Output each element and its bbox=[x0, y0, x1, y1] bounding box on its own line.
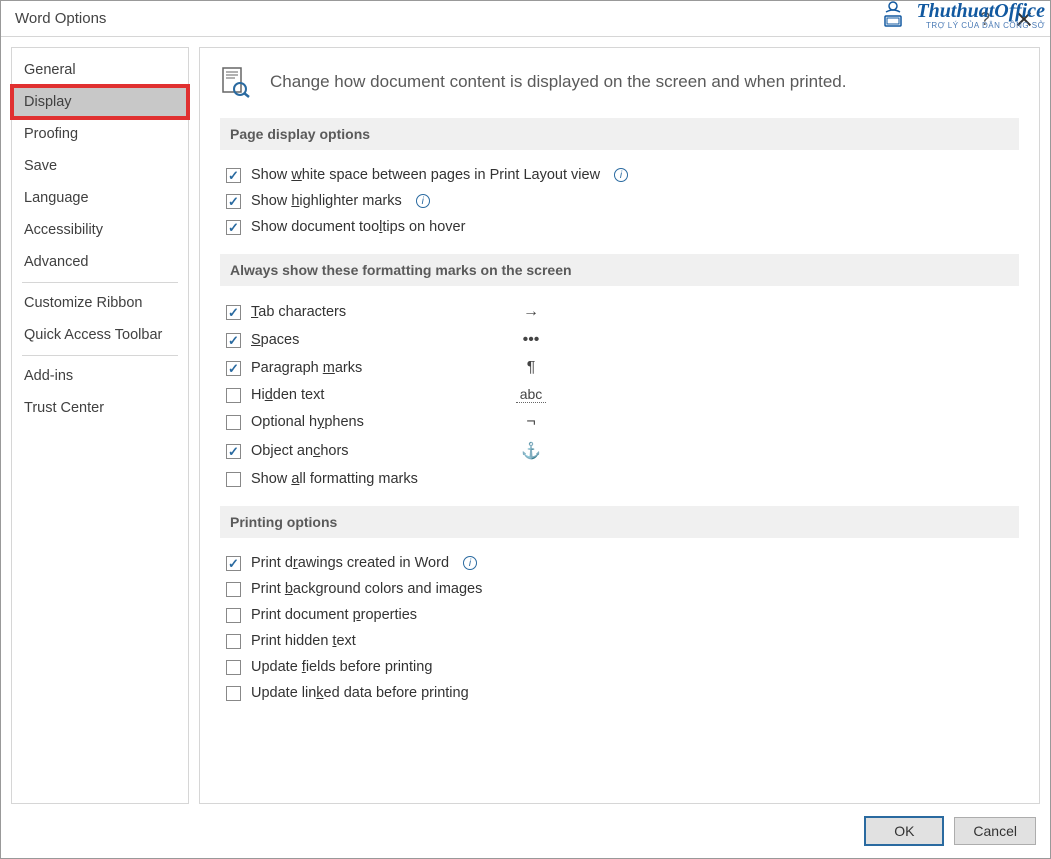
checkbox[interactable] bbox=[226, 444, 241, 459]
info-icon[interactable]: i bbox=[416, 194, 430, 208]
checkbox-row: Show highlighter marks i bbox=[226, 188, 1013, 214]
checkbox-label: Object anchors bbox=[251, 443, 349, 459]
category-sidebar: GeneralDisplayProofingSaveLanguageAccess… bbox=[11, 47, 189, 804]
sidebar-item-quick-access-toolbar[interactable]: Quick Access Toolbar bbox=[12, 319, 188, 351]
section-title: Printing options bbox=[220, 506, 1019, 538]
checkbox-label: Update fields before printing bbox=[251, 659, 432, 675]
checkbox-label: Hidden text bbox=[251, 387, 324, 403]
sidebar-item-general[interactable]: General bbox=[12, 54, 188, 86]
checkbox-label: Print drawings created in Word bbox=[251, 555, 449, 571]
sidebar-item-advanced[interactable]: Advanced bbox=[12, 246, 188, 278]
checkbox-row: Show white space between pages in Print … bbox=[226, 162, 1013, 188]
checkbox-row: Spaces ••• bbox=[226, 326, 546, 354]
checkbox-label: Print document properties bbox=[251, 607, 417, 623]
checkbox[interactable] bbox=[226, 388, 241, 403]
checkbox-row: Update fields before printing bbox=[226, 654, 1013, 680]
dialog-footer: OK Cancel bbox=[1, 804, 1050, 858]
format-symbol: ••• bbox=[516, 331, 546, 349]
sidebar-item-language[interactable]: Language bbox=[12, 182, 188, 214]
checkbox[interactable] bbox=[226, 582, 241, 597]
content-header-text: Change how document content is displayed… bbox=[270, 72, 847, 92]
content-header: Change how document content is displayed… bbox=[220, 66, 1019, 98]
checkbox[interactable] bbox=[226, 415, 241, 430]
sidebar-separator bbox=[22, 355, 178, 356]
section-title: Page display options bbox=[220, 118, 1019, 150]
checkbox[interactable] bbox=[226, 220, 241, 235]
checkbox-label: Show document tooltips on hover bbox=[251, 219, 465, 235]
checkbox-row: Optional hyphens ¬ bbox=[226, 408, 546, 436]
checkbox-row: Paragraph marks ¶ bbox=[226, 354, 546, 382]
format-symbol: ¶ bbox=[516, 359, 546, 377]
format-symbol: abc bbox=[516, 387, 546, 403]
checkbox[interactable] bbox=[226, 660, 241, 675]
option-group: Print drawings created in Word i Print bac… bbox=[220, 550, 1019, 720]
sidebar-item-customize-ribbon[interactable]: Customize Ribbon bbox=[12, 287, 188, 319]
format-symbol: → bbox=[516, 303, 546, 321]
checkbox-row: Print hidden text bbox=[226, 628, 1013, 654]
checkbox[interactable] bbox=[226, 686, 241, 701]
checkbox-label: Show highlighter marks bbox=[251, 193, 402, 209]
word-options-dialog: Word Options ? GeneralDisplayProofingSav… bbox=[0, 0, 1051, 859]
sidebar-item-save[interactable]: Save bbox=[12, 150, 188, 182]
checkbox-row: Update linked data before printing bbox=[226, 680, 1013, 706]
checkbox[interactable] bbox=[226, 194, 241, 209]
info-icon[interactable]: i bbox=[463, 556, 477, 570]
sidebar-item-display[interactable]: Display bbox=[12, 86, 188, 118]
checkbox-label: Tab characters bbox=[251, 304, 346, 320]
titlebar: Word Options ? bbox=[1, 1, 1050, 37]
checkbox[interactable] bbox=[226, 333, 241, 348]
checkbox-row: Object anchors ⚓ bbox=[226, 436, 546, 466]
window-title: Word Options bbox=[15, 10, 106, 27]
checkbox-label: Paragraph marks bbox=[251, 360, 362, 376]
checkbox-row: Tab characters → bbox=[226, 298, 546, 326]
format-symbol: ⚓ bbox=[516, 441, 546, 461]
checkbox[interactable] bbox=[226, 472, 241, 487]
checkbox-label: Spaces bbox=[251, 332, 299, 348]
sidebar-item-trust-center[interactable]: Trust Center bbox=[12, 392, 188, 424]
checkbox[interactable] bbox=[226, 305, 241, 320]
checkbox[interactable] bbox=[226, 634, 241, 649]
checkbox[interactable] bbox=[226, 168, 241, 183]
cancel-button[interactable]: Cancel bbox=[954, 817, 1036, 845]
help-button[interactable]: ? bbox=[980, 9, 990, 30]
info-icon[interactable]: i bbox=[614, 168, 628, 182]
sidebar-item-add-ins[interactable]: Add-ins bbox=[12, 360, 188, 392]
checkbox-row: Print drawings created in Word i bbox=[226, 550, 1013, 576]
dialog-body: GeneralDisplayProofingSaveLanguageAccess… bbox=[1, 37, 1050, 804]
sidebar-item-accessibility[interactable]: Accessibility bbox=[12, 214, 188, 246]
content-pane: Change how document content is displayed… bbox=[199, 47, 1040, 804]
ok-button[interactable]: OK bbox=[864, 816, 944, 846]
option-group: Show white space between pages in Print … bbox=[220, 162, 1019, 254]
option-group: Tab characters → Spaces ••• Paragraph marks ¶… bbox=[220, 298, 1019, 506]
checkbox-row: Show document tooltips on hover bbox=[226, 214, 1013, 240]
format-symbol: ¬ bbox=[516, 413, 546, 431]
checkbox-label: Show white space between pages in Print … bbox=[251, 167, 600, 183]
checkbox-label: Print hidden text bbox=[251, 633, 356, 649]
checkbox-row: Print background colors and images bbox=[226, 576, 1013, 602]
checkbox-label: Update linked data before printing bbox=[251, 685, 469, 701]
checkbox-label: Optional hyphens bbox=[251, 414, 364, 430]
checkbox-row: Hidden text abc bbox=[226, 382, 546, 408]
checkbox[interactable] bbox=[226, 608, 241, 623]
close-button[interactable] bbox=[1016, 11, 1032, 27]
sidebar-separator bbox=[22, 282, 178, 283]
checkbox[interactable] bbox=[226, 556, 241, 571]
checkbox-row: Print document properties bbox=[226, 602, 1013, 628]
checkbox-label: Show all formatting marks bbox=[251, 471, 418, 487]
sidebar-item-proofing[interactable]: Proofing bbox=[12, 118, 188, 150]
checkbox[interactable] bbox=[226, 361, 241, 376]
display-page-icon bbox=[220, 66, 252, 98]
checkbox-label: Print background colors and images bbox=[251, 581, 482, 597]
checkbox-row: Show all formatting marks bbox=[226, 466, 546, 492]
section-title: Always show these formatting marks on th… bbox=[220, 254, 1019, 286]
